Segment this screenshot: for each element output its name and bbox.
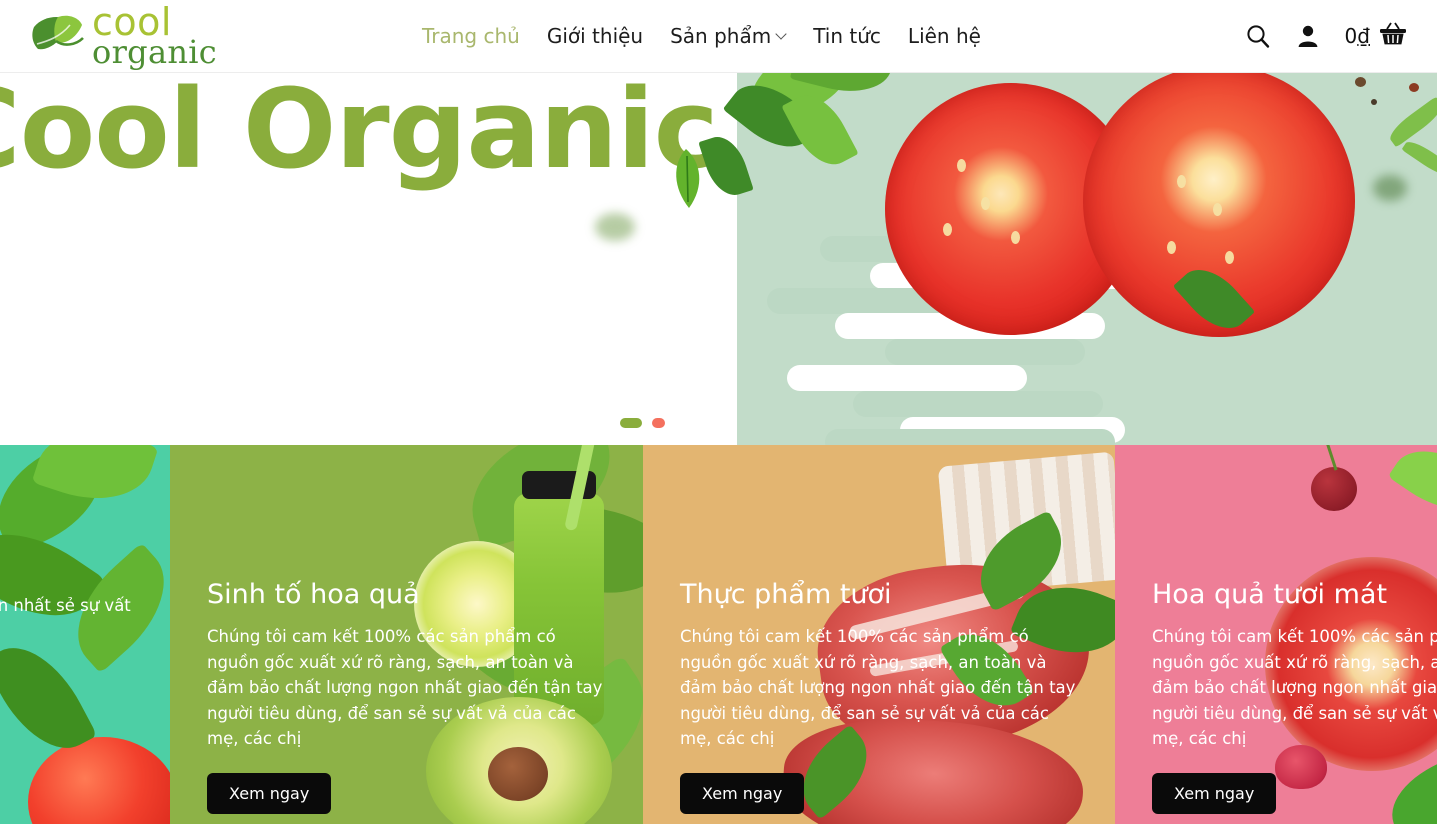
leaf-logo-icon bbox=[28, 11, 86, 61]
hero-carousel[interactable]: Cool Organic bbox=[0, 73, 1437, 445]
card-content: Hoa quả tươi mát Chúng tôi cam kết 100% … bbox=[1152, 579, 1437, 814]
card-cta-button[interactable]: Xem ngay bbox=[1152, 772, 1277, 814]
floating-leaf-icon bbox=[665, 148, 707, 210]
nav-item-gioi-thieu[interactable]: Giới thiệu bbox=[547, 24, 643, 48]
search-icon[interactable] bbox=[1245, 23, 1271, 49]
carousel-dot-1[interactable] bbox=[620, 418, 642, 428]
cherry bbox=[1311, 467, 1357, 511]
shopping-basket-icon bbox=[1379, 21, 1407, 52]
nav-label: Liên hệ bbox=[907, 24, 981, 48]
nav-item-trang-chu[interactable]: Trang chủ bbox=[422, 24, 520, 48]
currency-symbol: ₫ bbox=[1357, 24, 1370, 48]
nav-item-san-pham[interactable]: Sản phẩm bbox=[670, 24, 786, 48]
card-content: Sinh tố hoa quả Chúng tôi cam kết 100% c… bbox=[207, 579, 627, 814]
chevron-down-icon bbox=[777, 30, 786, 39]
card-description: có nguồn gốc xuất ất lượng ngon nhất sẻ … bbox=[0, 596, 131, 615]
main-navigation: Trang chủ Giới thiệu Sản phẩm Tin tức Li… bbox=[422, 24, 981, 48]
card-content: có nguồn gốc xuất ất lượng ngon nhất sẻ … bbox=[0, 579, 155, 706]
hero-produce-image bbox=[595, 73, 1437, 385]
card-description: Chúng tôi cam kết 100% các sản phẩm có n… bbox=[1152, 627, 1437, 749]
category-card-partial-left[interactable]: có nguồn gốc xuất ất lượng ngon nhất sẻ … bbox=[0, 445, 170, 824]
card-cta-button[interactable]: Xem ngay bbox=[680, 772, 805, 814]
user-icon[interactable] bbox=[1297, 24, 1319, 48]
cart-amount-value: 0 bbox=[1344, 24, 1358, 48]
logo-text-organic: organic bbox=[92, 32, 217, 71]
nav-label: Trang chủ bbox=[422, 24, 520, 48]
card-title: Thực phẩm tươi bbox=[680, 579, 892, 610]
page-root: cool organic Trang chủ Giới thiệu Sản ph… bbox=[0, 0, 1437, 824]
category-card-hoa-qua-tuoi-mat[interactable]: Hoa quả tươi mát Chúng tôi cam kết 100% … bbox=[1115, 445, 1437, 824]
nav-label: Giới thiệu bbox=[546, 24, 644, 48]
carousel-dot-2[interactable] bbox=[652, 418, 665, 428]
logo-wordmark: cool organic bbox=[92, 3, 217, 71]
hero-headline: Cool Organic bbox=[0, 73, 719, 193]
category-card-sinh-to-hoa-qua[interactable]: Sinh tố hoa quả Chúng tôi cam kết 100% c… bbox=[170, 445, 643, 824]
nav-label: Tin tức bbox=[813, 24, 881, 48]
cart-total: 0₫ bbox=[1345, 24, 1370, 48]
card-content: Thực phẩm tươi Chúng tôi cam kết 100% cá… bbox=[680, 579, 1100, 814]
category-cards: có nguồn gốc xuất ất lượng ngon nhất sẻ … bbox=[0, 445, 1437, 824]
card-title: Sinh tố hoa quả bbox=[207, 579, 420, 610]
site-header: cool organic Trang chủ Giới thiệu Sản ph… bbox=[0, 0, 1437, 73]
nav-item-lien-he[interactable]: Liên hệ bbox=[908, 24, 981, 48]
card-cta-button[interactable]: Xem ngay bbox=[207, 772, 332, 814]
nav-label: Sản phẩm bbox=[670, 24, 772, 48]
carousel-indicators bbox=[620, 418, 665, 428]
card-description: Chúng tôi cam kết 100% các sản phẩm có n… bbox=[207, 627, 603, 749]
card-description: Chúng tôi cam kết 100% các sản phẩm có n… bbox=[680, 627, 1076, 749]
header-actions: 0₫ bbox=[1245, 21, 1407, 52]
category-card-thuc-pham-tuoi[interactable]: Thực phẩm tươi Chúng tôi cam kết 100% cá… bbox=[643, 445, 1115, 824]
site-logo[interactable]: cool organic bbox=[28, 3, 258, 71]
nav-item-tin-tuc[interactable]: Tin tức bbox=[813, 24, 881, 48]
card-title: Hoa quả tươi mát bbox=[1152, 579, 1388, 610]
cart-button[interactable]: 0₫ bbox=[1345, 21, 1407, 52]
